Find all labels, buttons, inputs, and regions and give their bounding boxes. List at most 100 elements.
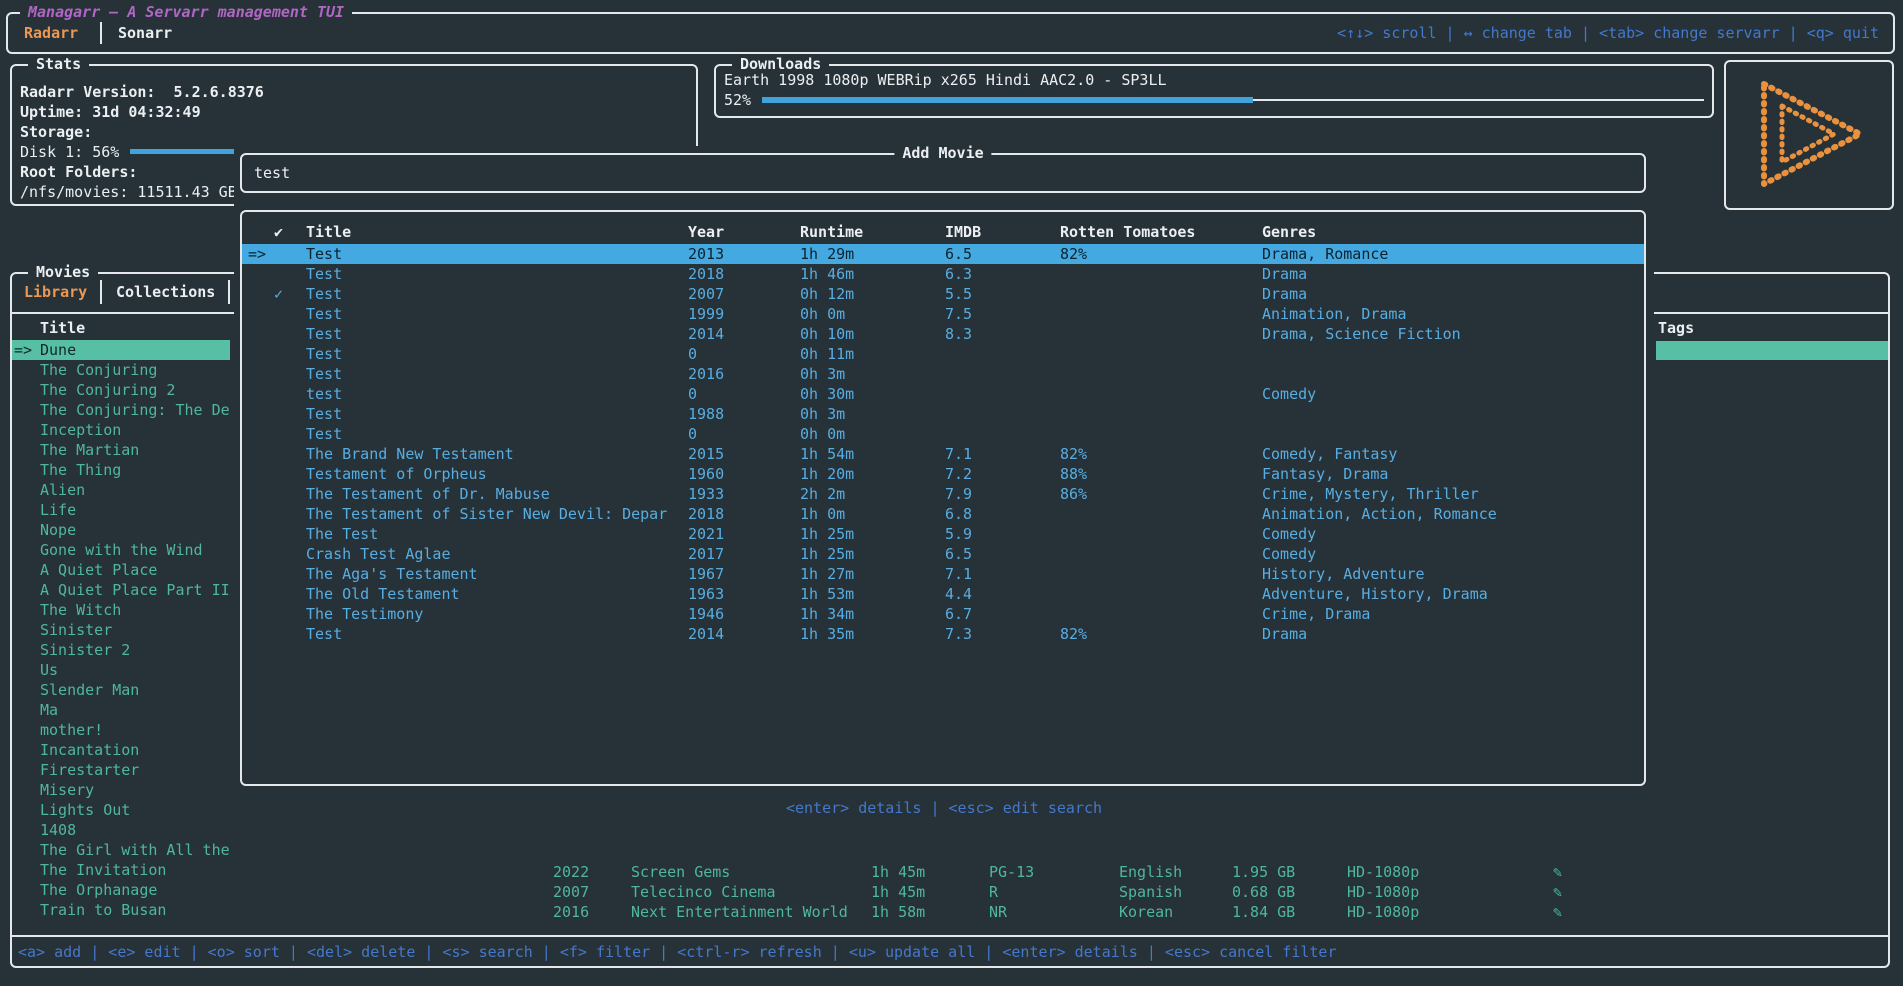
- tab-sonarr[interactable]: Sonarr: [118, 23, 172, 43]
- tab-library[interactable]: Library: [24, 282, 87, 302]
- library-movie-row[interactable]: Nope: [12, 520, 230, 540]
- result-row[interactable]: test 0 0h 30m Comedy: [242, 384, 1644, 404]
- library-tags-header: Tags: [1658, 318, 1694, 338]
- library-movie-row[interactable]: Us: [12, 660, 230, 680]
- result-rotten-tomatoes: 82%: [1060, 444, 1087, 464]
- movie-size: 0.68 GB: [1232, 882, 1295, 902]
- library-movie-row[interactable]: The Conjuring: [12, 360, 230, 380]
- result-genres: Animation, Drama: [1262, 304, 1407, 324]
- result-title: Test: [306, 324, 342, 344]
- imdb-column-header: IMDB: [945, 222, 981, 242]
- result-rotten-tomatoes: 82%: [1060, 624, 1087, 644]
- result-runtime: 1h 35m: [800, 624, 854, 644]
- result-year: 2014: [688, 624, 724, 644]
- result-row[interactable]: Test 0 0h 11m: [242, 344, 1644, 364]
- result-row[interactable]: Test 1999 0h 0m 7.5 Animation, Drama: [242, 304, 1644, 324]
- result-row[interactable]: Testament of Orpheus 1960 1h 20m 7.2 88%…: [242, 464, 1644, 484]
- results-header-row: ✔ Title Year Runtime IMDB Rotten Tomatoe…: [242, 222, 1644, 242]
- movie-title: The Witch: [40, 601, 121, 619]
- result-row[interactable]: The Brand New Testament 2015 1h 54m 7.1 …: [242, 444, 1644, 464]
- result-imdb: 6.5: [945, 544, 972, 564]
- result-imdb: 7.2: [945, 464, 972, 484]
- result-row[interactable]: => Test 2013 1h 29m 6.5 82% Drama, Roman…: [242, 244, 1644, 264]
- tab-radarr[interactable]: Radarr: [24, 23, 78, 43]
- result-row[interactable]: The Test 2021 1h 25m 5.9 Comedy: [242, 524, 1644, 544]
- result-genres: Drama: [1262, 264, 1307, 284]
- library-movie-row[interactable]: Sinister 2: [12, 640, 230, 660]
- result-title: The Old Testament: [306, 584, 460, 604]
- result-runtime: 1h 20m: [800, 464, 854, 484]
- library-movie-row[interactable]: The Martian: [12, 440, 230, 460]
- downloads-panel: Downloads Earth 1998 1080p WEBRip x265 H…: [714, 64, 1714, 118]
- result-row[interactable]: The Testament of Dr. Mabuse 1933 2h 2m 7…: [242, 484, 1644, 504]
- movie-certification: NR: [989, 902, 1007, 922]
- result-title: The Aga's Testament: [306, 564, 478, 584]
- result-year: 0: [688, 424, 697, 444]
- result-row[interactable]: The Testimony 1946 1h 34m 6.7 Crime, Dra…: [242, 604, 1644, 624]
- library-movie-row[interactable]: Incantation: [12, 740, 230, 760]
- library-movie-row[interactable]: The Witch: [12, 600, 230, 620]
- movie-title: The Martian: [40, 441, 139, 459]
- library-movie-row[interactable]: => Dune: [12, 340, 230, 360]
- movie-search-input[interactable]: Add Movie test: [240, 153, 1646, 193]
- result-row[interactable]: Test 2014 1h 35m 7.3 82% Drama: [242, 624, 1644, 644]
- library-movie-row[interactable]: A Quiet Place: [12, 560, 230, 580]
- pencil-icon: ✎: [1553, 882, 1562, 902]
- library-table-row[interactable]: 2022 Screen Gems 1h 45m PG-13 English 1.…: [12, 862, 1888, 882]
- result-row[interactable]: Test 1988 0h 3m: [242, 404, 1644, 424]
- library-movie-row[interactable]: Life: [12, 500, 230, 520]
- result-runtime: 1h 54m: [800, 444, 854, 464]
- library-movie-row[interactable]: The Thing: [12, 460, 230, 480]
- result-genres: History, Adventure: [1262, 564, 1425, 584]
- library-movie-row[interactable]: Sinister: [12, 620, 230, 640]
- result-row[interactable]: Test 2016 0h 3m: [242, 364, 1644, 384]
- result-row[interactable]: Test 2014 0h 10m 8.3 Drama, Science Fict…: [242, 324, 1644, 344]
- result-runtime: 0h 11m: [800, 344, 854, 364]
- result-row[interactable]: Test 2018 1h 46m 6.3 Drama: [242, 264, 1644, 284]
- library-table-row[interactable]: 2016 Next Entertainment World 1h 58m NR …: [12, 902, 1888, 922]
- result-row[interactable]: The Aga's Testament 1967 1h 27m 7.1 Hist…: [242, 564, 1644, 584]
- movie-language: Spanish: [1119, 882, 1182, 902]
- result-runtime: 1h 25m: [800, 544, 854, 564]
- movie-runtime: 1h 45m: [871, 862, 925, 882]
- tab-collections[interactable]: Collections: [116, 282, 215, 302]
- result-row[interactable]: Crash Test Aglae 2017 1h 25m 6.5 Comedy: [242, 544, 1644, 564]
- library-movie-row[interactable]: The Conjuring 2: [12, 380, 230, 400]
- result-row[interactable]: The Old Testament 1963 1h 53m 4.4 Advent…: [242, 584, 1644, 604]
- movie-runtime: 1h 45m: [871, 882, 925, 902]
- result-genres: Drama: [1262, 284, 1307, 304]
- top-bar: Managarr – A Servarr management TUI Rada…: [6, 12, 1895, 54]
- result-runtime: 0h 3m: [800, 404, 845, 424]
- library-movie-row[interactable]: Inception: [12, 420, 230, 440]
- selection-arrow: =>: [248, 244, 266, 264]
- library-movie-row[interactable]: The Girl with All the: [12, 840, 230, 860]
- result-genres: Adventure, History, Drama: [1262, 584, 1488, 604]
- movie-runtime: 1h 58m: [871, 902, 925, 922]
- library-tab-separator: [100, 280, 102, 304]
- library-movie-row[interactable]: Slender Man: [12, 680, 230, 700]
- library-movie-row[interactable]: Misery: [12, 780, 230, 800]
- movie-title: A Quiet Place Part II: [40, 581, 230, 599]
- add-movie-modal-title: Add Movie: [894, 143, 991, 163]
- library-movie-row[interactable]: The Conjuring: The De: [12, 400, 230, 420]
- result-row[interactable]: Test 0 0h 0m: [242, 424, 1644, 444]
- library-movie-row[interactable]: Firestarter: [12, 760, 230, 780]
- library-movie-row[interactable]: Lights Out: [12, 800, 230, 820]
- library-movie-row[interactable]: Ma: [12, 700, 230, 720]
- movie-year: 2022: [553, 862, 589, 882]
- library-movie-row[interactable]: 1408: [12, 820, 230, 840]
- result-runtime: 0h 0m: [800, 424, 845, 444]
- stats-panel-title: Stats: [28, 54, 89, 74]
- library-movie-row[interactable]: mother!: [12, 720, 230, 740]
- radarr-version: Radarr Version: 5.2.6.8376: [20, 82, 264, 102]
- movie-title: Sinister: [40, 621, 112, 639]
- library-movie-row[interactable]: Gone with the Wind: [12, 540, 230, 560]
- result-title: Test: [306, 344, 342, 364]
- library-movie-row[interactable]: Alien: [12, 480, 230, 500]
- result-row[interactable]: ✓ Test 2007 0h 12m 5.5 Drama: [242, 284, 1644, 304]
- movie-title: Nope: [40, 521, 76, 539]
- library-table-row[interactable]: 2007 Telecinco Cinema 1h 45m R Spanish 0…: [12, 882, 1888, 902]
- result-row[interactable]: The Testament of Sister New Devil: Depar…: [242, 504, 1644, 524]
- result-imdb: 7.1: [945, 564, 972, 584]
- library-movie-row[interactable]: A Quiet Place Part II: [12, 580, 230, 600]
